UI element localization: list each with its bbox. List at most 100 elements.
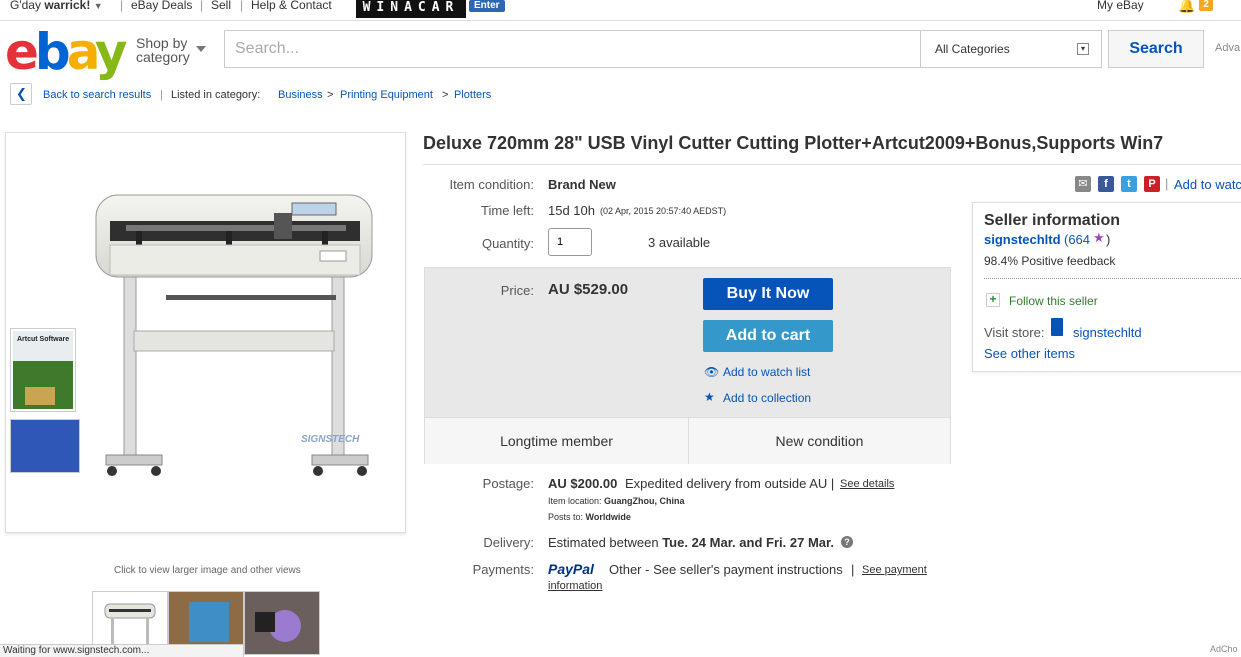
category-select-value: All Categories xyxy=(935,42,1010,56)
see-details-link[interactable]: See details xyxy=(840,478,894,490)
back-to-search-link[interactable]: Back to search results xyxy=(43,89,151,101)
box-label: Artcut Software xyxy=(17,336,69,343)
condition-label: Item condition: xyxy=(449,177,534,192)
breadcrumb-printing-equipment[interactable]: Printing Equipment xyxy=(340,89,433,101)
ebay-logo[interactable]: ebay xyxy=(5,27,127,77)
listed-in-label: Listed in category: xyxy=(171,89,261,101)
top-nav-bar: G'day warrick! ▼ | eBay Deals | Sell | H… xyxy=(0,0,1241,21)
payments-description: Other - See seller's payment instruction… xyxy=(609,562,843,577)
search-input[interactable] xyxy=(233,31,917,67)
bell-icon[interactable]: 🔔 xyxy=(1178,0,1195,14)
quantity-label: Quantity: xyxy=(481,236,534,251)
visit-store-label: Visit store: xyxy=(984,325,1045,340)
breadcrumb-separator: > xyxy=(442,89,449,101)
see-payment-link[interactable]: See payment xyxy=(862,564,927,576)
twitter-icon[interactable]: t xyxy=(1121,176,1137,192)
shop-by-label: Shop by xyxy=(136,35,188,51)
greeting: G'day warrick! ▼ xyxy=(10,0,103,12)
payments-label: Payments: xyxy=(472,562,534,577)
feedback-count-link[interactable]: (664 xyxy=(1064,232,1090,247)
sell-link[interactable]: Sell xyxy=(211,0,231,12)
posts-to: Posts to: Worldwide xyxy=(548,512,631,522)
store-name-link[interactable]: signstechltd xyxy=(1073,325,1142,340)
postage-value: AU $200.00 xyxy=(548,476,618,491)
breadcrumb-separator: > xyxy=(327,89,334,101)
click-to-view-hint: Click to view larger image and other vie… xyxy=(114,565,301,576)
item-location: Item location: GuangZhou, China xyxy=(548,496,685,506)
delivery-label: Delivery: xyxy=(483,535,534,550)
category-label: category xyxy=(136,49,190,65)
paypal-logo: PayPal xyxy=(548,561,594,577)
software-box-image: Artcut Software xyxy=(11,329,75,411)
positive-feedback: 98.4% Positive feedback xyxy=(984,254,1116,268)
thumbnail-accessories-image xyxy=(245,592,319,654)
add-to-watch-list-link[interactable]: Add to watch list xyxy=(723,365,810,379)
quantity-input[interactable] xyxy=(555,229,589,255)
help-link[interactable]: Help & Contact xyxy=(251,0,332,12)
shop-by-category-button[interactable]: Shop by category xyxy=(136,36,190,64)
feature-longtime-member: Longtime member xyxy=(500,433,613,449)
time-left-label: Time left: xyxy=(481,203,534,218)
advanced-search-link[interactable]: Adva xyxy=(1215,42,1240,54)
add-to-watch-link[interactable]: Add to watc xyxy=(1174,177,1241,192)
delivery-estimate: Estimated between Tue. 24 Mar. and Fri. … xyxy=(548,535,834,550)
add-to-collection-link[interactable]: Add to collection xyxy=(723,391,811,405)
add-to-cart-button[interactable]: Add to cart xyxy=(703,320,833,352)
price-value: AU $529.00 xyxy=(548,281,629,298)
feature-new-condition: New condition xyxy=(775,433,864,449)
deals-link[interactable]: eBay Deals xyxy=(131,0,192,12)
email-icon[interactable]: ✉ xyxy=(1075,176,1091,192)
star-icon: ★ xyxy=(1093,230,1105,245)
thumbnail-3[interactable] xyxy=(244,591,320,655)
title-divider xyxy=(423,164,1241,165)
facebook-icon[interactable]: f xyxy=(1098,176,1114,192)
user-menu[interactable]: warrick! xyxy=(44,0,90,12)
plus-icon[interactable]: + xyxy=(986,293,1000,307)
chevron-down-icon: ▼ xyxy=(93,1,103,11)
search-button[interactable]: Search xyxy=(1108,30,1204,68)
breadcrumb-plotters[interactable]: Plotters xyxy=(454,89,491,101)
divider: | xyxy=(120,0,124,12)
seller-name-link[interactable]: signstechltd xyxy=(984,232,1061,247)
time-left-detail: (02 Apr, 2015 20:57:40 AEDST) xyxy=(600,206,727,216)
thumbnail-vinyl-roll[interactable] xyxy=(10,419,80,473)
divider: | xyxy=(1165,176,1169,191)
condition-value: Brand New xyxy=(548,177,616,192)
divider: | xyxy=(200,0,204,12)
chevron-down-icon xyxy=(196,46,206,52)
pinterest-icon[interactable]: P xyxy=(1144,176,1160,192)
feature-badges: Longtime member New condition xyxy=(425,417,950,464)
breadcrumb-business[interactable]: Business xyxy=(278,89,323,101)
buy-it-now-button[interactable]: Buy It Now xyxy=(703,278,833,310)
price-label: Price: xyxy=(500,283,534,298)
listing-title: Deluxe 720mm 28" USB Vinyl Cutter Cuttin… xyxy=(423,133,1164,153)
postage-description: Expedited delivery from outside AU | xyxy=(625,476,835,491)
postage-label: Postage: xyxy=(482,476,534,491)
ad-enter-button[interactable]: Enter xyxy=(469,0,505,12)
browser-status-bar: Waiting for www.signstech.com... xyxy=(0,644,244,657)
notification-badge: 2 xyxy=(1199,0,1213,11)
search-box[interactable] xyxy=(224,30,920,68)
help-icon[interactable]: ? xyxy=(841,536,853,548)
eye-icon: 👁 xyxy=(704,365,720,379)
quantity-field[interactable] xyxy=(548,228,592,256)
see-payment-info-link[interactable]: information xyxy=(548,580,602,592)
star-icon: ★ xyxy=(704,390,715,404)
follow-seller-link[interactable]: Follow this seller xyxy=(1009,294,1098,308)
available-count: 3 available xyxy=(648,235,711,250)
back-button[interactable]: ❮ xyxy=(10,83,32,105)
chevron-left-icon: ❮ xyxy=(16,86,27,101)
my-ebay-link[interactable]: My eBay xyxy=(1097,0,1144,12)
ad-banner-winacar[interactable]: WINACAR xyxy=(356,0,466,18)
category-select[interactable]: All Categories ▾ xyxy=(920,30,1102,68)
brand-watermark: SIGNSTECH xyxy=(301,434,360,445)
divider: | xyxy=(851,562,855,577)
dropdown-arrow-icon: ▾ xyxy=(1077,43,1089,55)
see-other-items-link[interactable]: See other items xyxy=(984,346,1075,361)
divider: | xyxy=(240,0,244,12)
divider: | xyxy=(160,89,163,101)
divider xyxy=(984,278,1241,279)
thumbnail-software-box[interactable]: Artcut Software xyxy=(10,328,76,412)
store-icon xyxy=(1051,318,1063,336)
time-left-value: 15d 10h xyxy=(548,203,595,218)
